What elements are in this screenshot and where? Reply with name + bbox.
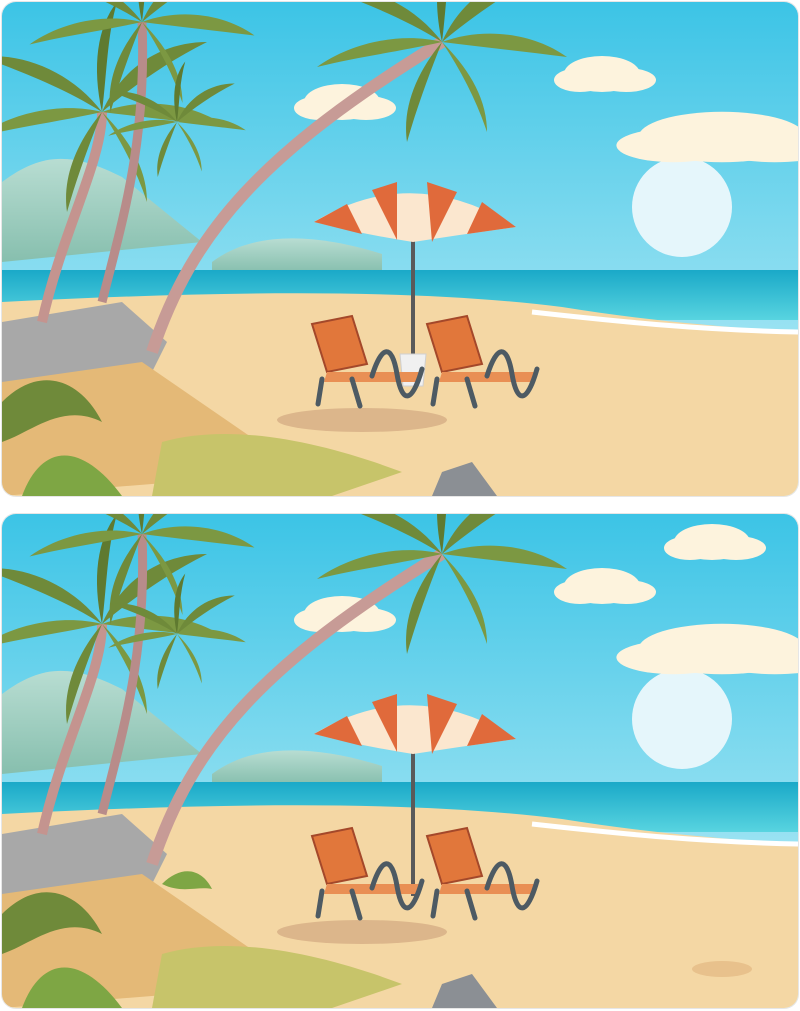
beach-scene-top[interactable] (2, 2, 798, 496)
sun-glow (632, 669, 732, 769)
sand-mound[interactable] (692, 961, 752, 977)
beach-scene-bottom[interactable] (2, 514, 798, 1008)
sun-glow (632, 157, 732, 257)
top-scene-panel[interactable] (2, 2, 798, 496)
umbrella-shadow (277, 920, 447, 944)
bottom-scene-panel[interactable] (2, 514, 798, 1008)
umbrella-shadow (277, 408, 447, 432)
